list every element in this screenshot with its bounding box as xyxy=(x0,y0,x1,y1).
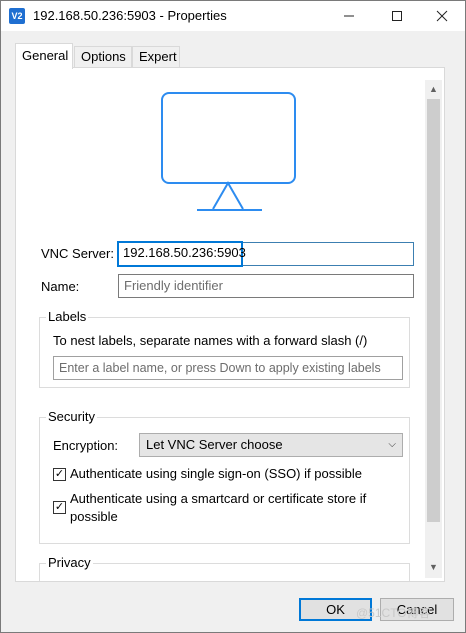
window-title: 192.168.50.236:5903 - Properties xyxy=(33,8,227,23)
chevron-down-icon: ⌵ xyxy=(388,439,396,450)
tab-expert[interactable]: Expert xyxy=(132,46,180,68)
encryption-select[interactable]: Let VNC Server choose ⌵ xyxy=(139,433,403,457)
vnc-server-field[interactable]: 192.168.50.236:5903 xyxy=(117,241,414,267)
labels-group-title: Labels xyxy=(46,309,89,324)
title-bar[interactable]: V2 192.168.50.236:5903 - Properties xyxy=(1,1,465,31)
encryption-label: Encryption: xyxy=(53,438,119,453)
maximize-button[interactable] xyxy=(374,1,420,31)
minimize-button[interactable] xyxy=(326,1,372,31)
encryption-value: Let VNC Server choose xyxy=(146,437,283,452)
minimize-icon xyxy=(344,15,354,17)
close-icon xyxy=(436,10,448,22)
smartcard-label-line1: Authenticate using a smartcard or certif… xyxy=(70,491,367,506)
scroll-thumb[interactable] xyxy=(427,99,440,522)
smartcard-checkbox[interactable]: ✓ xyxy=(53,501,66,514)
labels-input[interactable]: Enter a label name, or press Down to app… xyxy=(53,356,403,380)
privacy-group-title: Privacy xyxy=(46,555,93,570)
vnc-server-label: VNC Server: xyxy=(41,246,114,261)
monitor-icon xyxy=(161,92,296,211)
labels-placeholder: Enter a label name, or press Down to app… xyxy=(59,361,381,375)
privacy-group: Privacy xyxy=(39,555,410,581)
properties-window: V2 192.168.50.236:5903 - Properties Gene… xyxy=(0,0,466,633)
scroll-down-icon[interactable]: ▼ xyxy=(425,558,442,575)
sso-checkbox[interactable]: ✓ xyxy=(53,468,66,481)
name-placeholder: Friendly identifier xyxy=(124,278,223,293)
scroll-up-icon[interactable]: ▲ xyxy=(425,80,442,97)
general-panel: VNC Server: 192.168.50.236:5903 Name: Fr… xyxy=(15,67,445,582)
vnc-viewer-icon: V2 xyxy=(9,8,25,24)
watermark: @51CTO博客 xyxy=(356,606,431,620)
security-group: Security Encryption: Let VNC Server choo… xyxy=(39,409,410,544)
security-group-title: Security xyxy=(46,409,97,424)
close-button[interactable] xyxy=(419,1,465,31)
labels-hint: To nest labels, separate names with a fo… xyxy=(53,333,368,348)
name-label: Name: xyxy=(41,279,80,294)
tab-options[interactable]: Options xyxy=(74,46,132,68)
smartcard-label-line2: possible xyxy=(70,509,118,524)
tab-general[interactable]: General xyxy=(15,43,73,69)
name-field[interactable]: Friendly identifier xyxy=(118,274,414,298)
labels-group: Labels To nest labels, separate names wi… xyxy=(39,309,410,388)
vertical-scrollbar[interactable]: ▲ ▼ xyxy=(425,80,442,578)
maximize-icon xyxy=(392,11,402,21)
vnc-server-value: 192.168.50.236:5903 xyxy=(117,241,246,267)
sso-label: Authenticate using single sign-on (SSO) … xyxy=(70,466,362,481)
